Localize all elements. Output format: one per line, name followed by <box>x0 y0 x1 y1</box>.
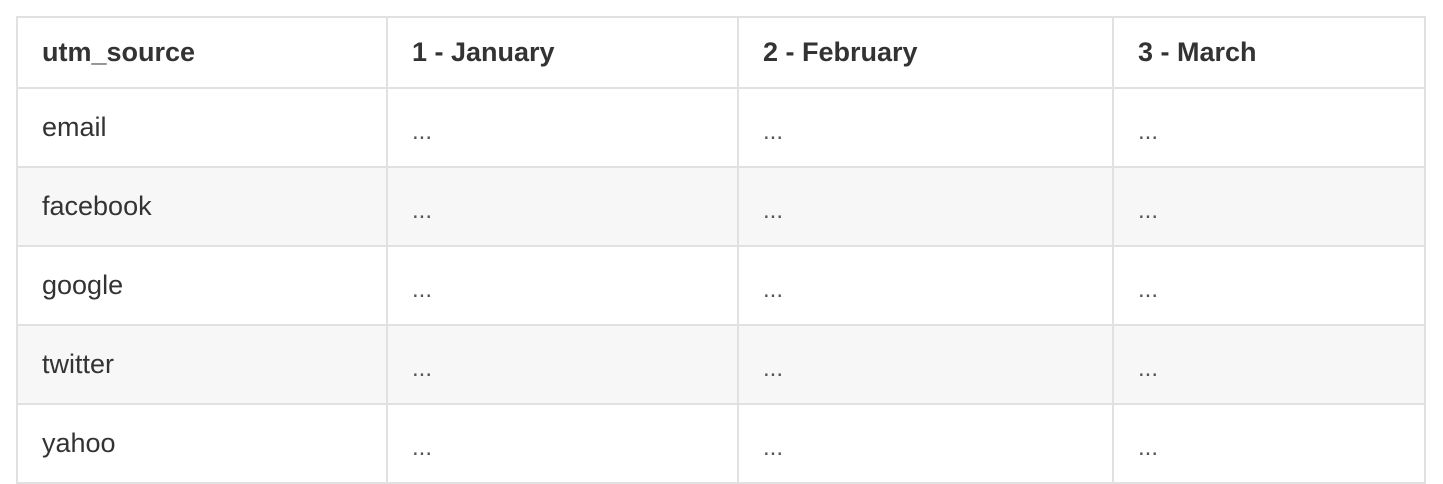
table-row: email ... ... ... <box>16 87 1426 168</box>
source-cell: google <box>16 245 388 326</box>
column-header-january: 1 - January <box>386 16 739 89</box>
utm-source-table: utm_source 1 - January 2 - February 3 - … <box>16 16 1426 484</box>
value-cell: ... <box>737 403 1114 484</box>
table-row: yahoo ... ... ... <box>16 403 1426 484</box>
value-cell: ... <box>386 245 739 326</box>
data-table-container: utm_source 1 - January 2 - February 3 - … <box>16 16 1426 484</box>
table-row: twitter ... ... ... <box>16 324 1426 405</box>
value-cell: ... <box>737 324 1114 405</box>
source-cell: facebook <box>16 166 388 247</box>
value-cell: ... <box>737 245 1114 326</box>
source-cell: yahoo <box>16 403 388 484</box>
column-header-february: 2 - February <box>737 16 1114 89</box>
value-cell: ... <box>1112 403 1426 484</box>
value-cell: ... <box>1112 245 1426 326</box>
value-cell: ... <box>737 166 1114 247</box>
value-cell: ... <box>737 87 1114 168</box>
table-row: facebook ... ... ... <box>16 166 1426 247</box>
source-cell: twitter <box>16 324 388 405</box>
column-header-utm-source: utm_source <box>16 16 388 89</box>
value-cell: ... <box>386 87 739 168</box>
header-row: utm_source 1 - January 2 - February 3 - … <box>16 16 1426 89</box>
table-header: utm_source 1 - January 2 - February 3 - … <box>16 16 1426 89</box>
table-row: google ... ... ... <box>16 245 1426 326</box>
value-cell: ... <box>1112 166 1426 247</box>
value-cell: ... <box>386 403 739 484</box>
source-cell: email <box>16 87 388 168</box>
value-cell: ... <box>386 166 739 247</box>
value-cell: ... <box>386 324 739 405</box>
value-cell: ... <box>1112 87 1426 168</box>
value-cell: ... <box>1112 324 1426 405</box>
table-body: email ... ... ... facebook ... ... ... g… <box>16 87 1426 484</box>
column-header-march: 3 - March <box>1112 16 1426 89</box>
